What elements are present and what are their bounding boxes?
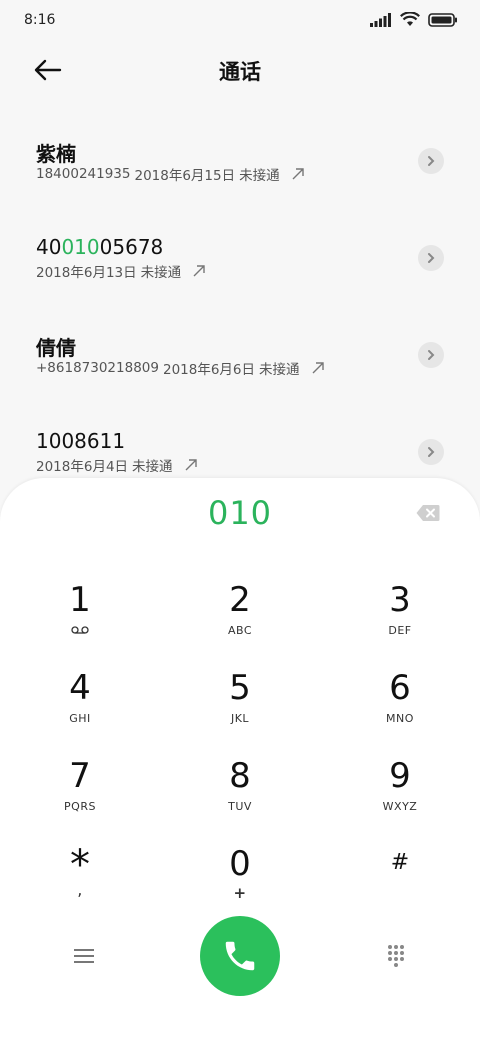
menu-button[interactable] [64,940,104,972]
call-log-item[interactable]: 倩倩 +8618730218809 2018年6月6日 未接通 [0,310,480,407]
chevron-right-icon [428,447,435,457]
call-name-text-rest: 05678 [99,235,164,259]
chevron-right-icon [428,253,435,263]
key-letters: + [233,884,247,902]
call-date: 2018年6月13日 [36,265,137,281]
dial-number-display[interactable]: 010 [0,494,480,532]
call-name: 1008611 [36,429,125,453]
key-digit: 2 [229,580,251,620]
call-date: 2018年6月6日 [162,362,256,378]
key-7[interactable]: 7 PQRS [20,756,140,836]
status-bar: 8:16 [0,0,480,40]
key-8[interactable]: 8 TUV [180,756,300,836]
call-log-item[interactable]: 4001005678 2018年6月13日 未接通 [0,213,480,310]
phone-icon [225,941,255,971]
key-4[interactable]: 4 GHI [20,668,140,748]
key-letters: JKL [230,712,250,725]
call-status: 未接通 [140,265,182,281]
call-detail-button[interactable] [418,148,444,174]
call-name-text: 1008611 [36,429,126,453]
key-3[interactable]: 3 DEF [340,580,460,660]
key-letters: WXYZ [382,800,418,813]
call-details: 2018年6月13日 未接通 [36,261,205,281]
key-letters: , [77,880,83,899]
key-letters: ABC [227,624,253,637]
header: 通话 [0,40,480,100]
key-digit: 9 [389,756,411,796]
call-status: 未接通 [132,459,173,475]
delete-button[interactable] [416,504,440,522]
call-details: 18400241935 2018年6月15日 未接通 [36,164,304,184]
outgoing-call-icon [193,265,205,277]
status-icons [370,12,458,27]
key-digit: 1 [69,580,91,620]
keypad-icon [388,945,404,967]
call-log-item[interactable]: 紫楠 18400241935 2018年6月15日 未接通 [0,116,480,213]
key-hash[interactable]: # [340,844,460,924]
call-button[interactable] [200,916,280,996]
call-details: 2018年6月4日 未接通 [36,455,197,475]
call-detail-button[interactable] [418,245,444,271]
call-name-text: 紫楠 [36,142,76,166]
key-digit: 7 [69,756,91,796]
call-name-text: 倩倩 [36,336,76,360]
call-list: 紫楠 18400241935 2018年6月15日 未接通 4001005678… [0,116,480,504]
dialpad-panel: 010 1 2 ABC 3 DEF 4 GHI 5 JKL 6 MNO 7 PQ… [0,478,480,1040]
status-time: 8:16 [24,12,56,28]
call-name: 紫楠 [36,138,76,167]
key-digit: 4 [69,668,91,708]
signal-icon [370,12,391,27]
call-detail-button[interactable] [418,342,444,368]
call-name-text: 40 [36,235,62,259]
outgoing-call-icon [312,362,324,374]
call-detail-button[interactable] [418,439,444,465]
outgoing-call-icon [185,459,197,471]
key-1[interactable]: 1 [20,580,140,660]
dialpad-action-bar [0,914,480,998]
call-status: 未接通 [259,362,300,378]
key-6[interactable]: 6 MNO [340,668,460,748]
key-star[interactable]: * , [20,842,140,924]
battery-icon [428,12,457,27]
key-5[interactable]: 5 JKL [180,668,300,748]
call-name-match: 010 [61,235,100,259]
key-letters: MNO [386,712,414,725]
key-letters: DEF [388,624,412,637]
key-digit: 3 [389,580,411,620]
voicemail-icon [71,626,89,634]
call-details: +8618730218809 2018年6月6日 未接通 [36,358,324,378]
chevron-right-icon [428,156,435,166]
page-title: 通话 [219,60,261,84]
call-date: 2018年6月4日 [36,459,129,475]
key-letters: TUV [228,800,252,813]
key-0[interactable]: 0 + [180,844,300,924]
key-digit: 0 [229,844,251,884]
key-letters: PQRS [64,800,96,813]
outgoing-call-icon [292,168,304,180]
key-2[interactable]: 2 ABC [180,580,300,660]
key-9[interactable]: 9 WXYZ [340,756,460,836]
menu-icon [74,949,94,963]
call-date: 2018年6月15日 [134,168,236,184]
key-digit: # [390,850,410,875]
chevron-right-icon [428,350,435,360]
key-digit: 8 [229,756,251,796]
call-name: 4001005678 [36,235,163,259]
keypad-toggle-button[interactable] [376,940,416,972]
wifi-icon [400,12,420,26]
call-number: +8618730218809 [36,360,159,376]
backspace-icon [416,505,440,521]
call-number: 18400241935 [36,166,131,182]
key-letters: GHI [69,712,91,725]
call-status: 未接通 [239,168,280,184]
key-digit: 6 [389,668,411,708]
call-name: 倩倩 [36,332,76,361]
key-digit: 5 [229,668,251,708]
